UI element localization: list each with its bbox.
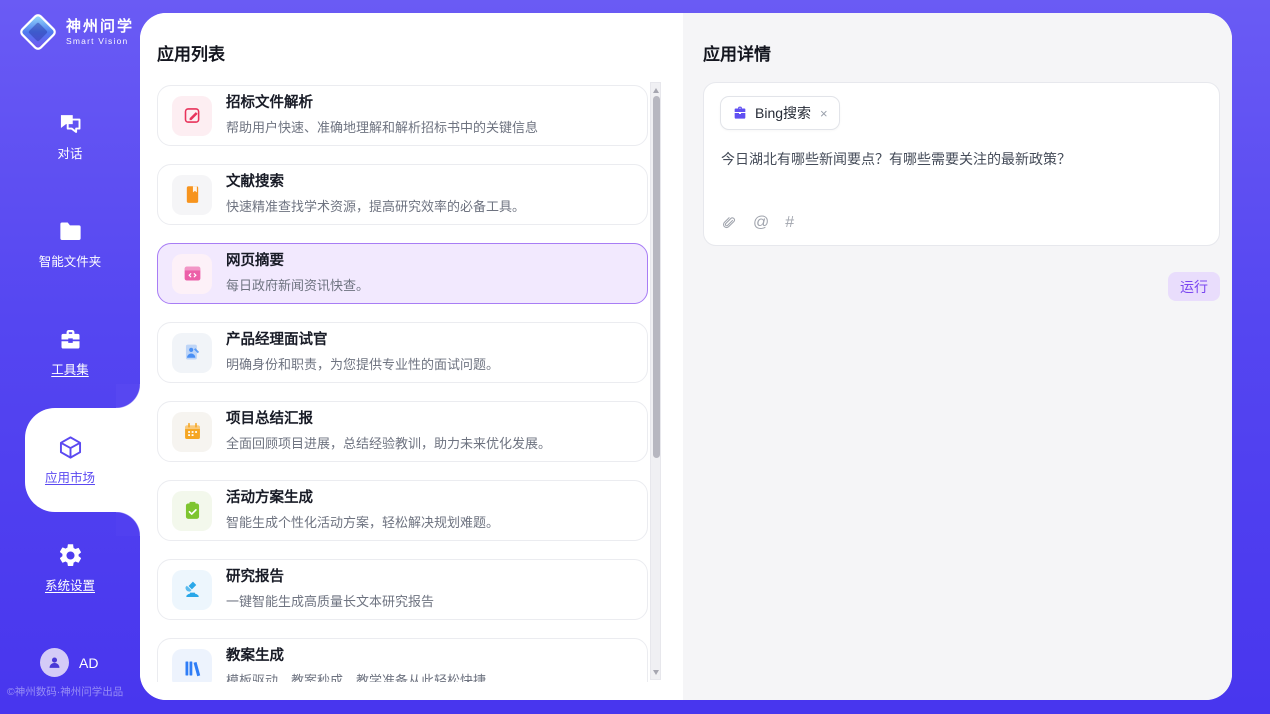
app-card-文献搜索[interactable]: 文献搜索 快速精准查找学术资源，提高研究效率的必备工具。 [157,164,648,225]
app-description: 明确身份和职责，为您提供专业性的面试问题。 [226,354,499,373]
app-list: 招标文件解析 帮助用户快速、准确地理解和解析招标书中的关键信息 文献搜索 快速精… [157,85,648,682]
avatar[interactable] [40,648,69,677]
app-card-活动方案生成[interactable]: 活动方案生成 智能生成个性化活动方案，轻松解决规划难题。 [157,480,648,541]
app-description: 一键智能生成高质量长文本研究报告 [226,591,434,610]
user-initials: AD [79,655,98,671]
app-name: 产品经理面试官 [226,332,499,349]
brand-subtitle: Smart Vision [66,36,134,46]
query-text: 今日湖北有哪些新闻要点？有哪些需要关注的最新政策？ [721,149,1203,170]
main-content: 应用列表 招标文件解析 帮助用户快速、准确地理解和解析招标书中的关键信息 文献搜… [140,13,1232,700]
doc-edit-icon [172,96,212,136]
tag-label: Bing搜索 [755,103,811,123]
scroll-down-icon[interactable] [651,666,660,678]
tool-tag-bing-search[interactable]: Bing搜索 × [720,96,840,130]
app-detail-title: 应用详情 [703,40,771,65]
app-name: 活动方案生成 [226,490,499,507]
clipboard-check-icon [172,491,212,531]
browser-icon [172,254,212,294]
app-name: 网页摘要 [226,253,369,270]
run-button[interactable]: 运行 [1168,272,1220,301]
chat-icon [57,110,84,137]
folder-icon [57,218,84,245]
copyright-footer: ©神州数码·神州问学出品 [7,684,137,699]
calendar-icon [172,412,212,452]
app-description: 每日政府新闻资讯快查。 [226,275,369,294]
prompt-card[interactable]: Bing搜索 × 今日湖北有哪些新闻要点？有哪些需要关注的最新政策？ @# [703,82,1220,246]
app-card-产品经理面试官[interactable]: 产品经理面试官 明确身份和职责，为您提供专业性的面试问题。 [157,322,648,383]
book-icon [172,175,212,215]
toolbox-icon [57,326,84,353]
sidebar-item-label: 对话 [57,143,82,162]
app-name: 研究报告 [226,569,434,586]
tag-close-icon[interactable]: × [820,107,828,120]
sidebar-nav: 对话 智能文件夹 工具集 应用市场 系统设置 [0,82,140,622]
input-toolbar: @# [721,214,794,232]
app-list-panel: 应用列表 招标文件解析 帮助用户快速、准确地理解和解析招标书中的关键信息 文献搜… [140,13,683,700]
app-description: 全面回顾项目进展，总结经验教训，助力未来优化发展。 [226,433,551,452]
sidebar-item-label: 系统设置 [45,575,95,594]
gear-icon [57,542,84,569]
sidebar-item-label: 工具集 [51,359,89,378]
scrollbar-thumb[interactable] [653,96,660,458]
app-card-招标文件解析[interactable]: 招标文件解析 帮助用户快速、准确地理解和解析招标书中的关键信息 [157,85,648,146]
briefcase-icon [732,105,748,121]
brand-logo: 神州问学 Smart Vision [18,12,134,52]
sidebar-item-智能文件夹[interactable]: 智能文件夹 [0,190,140,298]
books-icon [172,649,212,683]
sidebar: 神州问学 Smart Vision 对话 智能文件夹 工具集 应用市场 系统设置… [0,0,140,714]
mention-icon[interactable]: @ [753,214,769,232]
app-card-项目总结汇报[interactable]: 项目总结汇报 全面回顾项目进展，总结经验教训，助力未来优化发展。 [157,401,648,462]
app-name: 教案生成 [226,648,486,665]
scrollbar[interactable] [650,82,661,680]
scroll-up-icon[interactable] [651,84,660,96]
app-card-研究报告[interactable]: 研究报告 一键智能生成高质量长文本研究报告 [157,559,648,620]
app-name: 招标文件解析 [226,95,538,112]
app-name: 项目总结汇报 [226,411,551,428]
active-fillet-top [116,384,140,408]
microscope-icon [172,570,212,610]
attachment-icon[interactable] [721,214,737,232]
sidebar-item-label: 智能文件夹 [39,251,102,270]
app-list-title: 应用列表 [157,40,225,65]
app-description: 模板驱动，教案秒成，教学准备从此轻松快捷 [226,670,486,682]
hash-icon[interactable]: # [785,214,794,232]
app-description: 帮助用户快速、准确地理解和解析招标书中的关键信息 [226,117,538,136]
app-name: 文献搜索 [226,174,525,191]
app-card-教案生成[interactable]: 教案生成 模板驱动，教案秒成，教学准备从此轻松快捷 [157,638,648,682]
cube-icon [57,434,84,461]
brand-diamond-icon [18,12,58,52]
sidebar-item-label: 应用市场 [45,467,95,486]
app-detail-panel: 应用详情 Bing搜索 × 今日湖北有哪些新闻要点？有哪些需要关注的最新政策？ … [683,13,1232,700]
active-fillet-bottom [116,512,140,536]
user-row[interactable]: AD [40,648,98,677]
app-description: 智能生成个性化活动方案，轻松解决规划难题。 [226,512,499,531]
interview-icon [172,333,212,373]
brand-name: 神州问学 [66,18,134,35]
user-icon [46,654,63,671]
sidebar-item-对话[interactable]: 对话 [0,82,140,190]
app-card-网页摘要[interactable]: 网页摘要 每日政府新闻资讯快查。 [157,243,648,304]
sidebar-item-应用市场[interactable]: 应用市场 [0,406,140,514]
app-description: 快速精准查找学术资源，提高研究效率的必备工具。 [226,196,525,215]
